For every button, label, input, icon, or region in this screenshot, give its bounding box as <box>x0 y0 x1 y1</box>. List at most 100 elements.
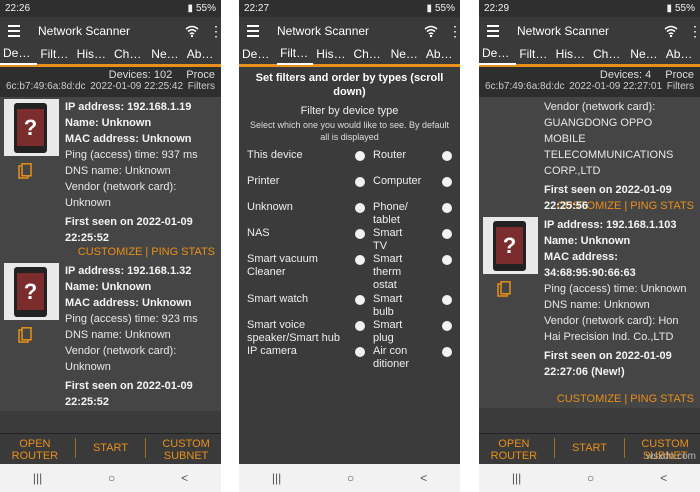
tab-devices[interactable]: Devic.. <box>239 47 277 64</box>
device-name: Name: Unknown <box>65 117 152 129</box>
radio-button[interactable] <box>442 295 452 305</box>
router-mac: 6c:b7:49:6a:8d:dc <box>485 81 565 92</box>
tab-charts[interactable]: Char.. <box>111 47 148 64</box>
tab-charts[interactable]: Char.. <box>590 47 627 64</box>
filter-option-smart-watch[interactable]: Smart watch <box>247 293 365 319</box>
ping-time: Ping (access) time: Unknown <box>544 283 687 295</box>
back-icon[interactable]: < <box>181 471 188 485</box>
radio-button[interactable] <box>442 203 452 213</box>
radio-button[interactable] <box>355 203 365 213</box>
filter-panel: Set filters and order by types (scroll d… <box>239 67 460 375</box>
filter-option-unknown[interactable]: Unknown <box>247 201 365 227</box>
radio-button[interactable] <box>355 321 365 331</box>
radio-button[interactable] <box>355 177 365 187</box>
filters-label[interactable]: Filters <box>188 81 215 92</box>
filter-option-smart-vacuum[interactable]: Smart vacuum Cleaner <box>247 253 365 293</box>
radio-button[interactable] <box>442 321 452 331</box>
filter-option-printer[interactable]: Printer <box>247 175 365 201</box>
filter-option-this-device[interactable]: This device <box>247 149 365 175</box>
radio-button[interactable] <box>442 347 452 357</box>
overflow-menu-icon[interactable]: ⋮ <box>688 24 700 38</box>
overflow-menu-icon[interactable]: ⋮ <box>209 24 221 38</box>
filters-label[interactable]: Filters <box>667 81 694 92</box>
tab-about[interactable]: About <box>423 47 460 64</box>
copy-icon[interactable] <box>497 281 511 297</box>
tab-about[interactable]: About <box>184 47 221 64</box>
open-router-button[interactable]: OPEN ROUTER <box>484 438 544 462</box>
app-title: Network Scanner <box>517 24 610 38</box>
radio-button[interactable] <box>355 295 365 305</box>
system-nav-bar: ||| ○ < <box>0 464 221 492</box>
radio-button[interactable] <box>442 229 452 239</box>
radio-button[interactable] <box>355 229 365 239</box>
device-actions: CUSTOMIZE | PING STATS <box>0 244 221 261</box>
filter-option-smart-speaker[interactable]: Smart voice speaker/Smart hub <box>247 319 365 345</box>
start-button[interactable]: START <box>85 438 135 454</box>
filter-option-nas[interactable]: NAS <box>247 227 365 253</box>
device-card-partial[interactable]: Vendor (network card): GUANGDONG OPPO MO… <box>479 97 700 212</box>
device-card[interactable]: ? IP address: 192.168.1.32 Name: Unknown… <box>0 261 221 411</box>
back-icon[interactable]: < <box>420 471 427 485</box>
radio-button[interactable] <box>442 255 452 265</box>
filter-option-ip-camera[interactable]: IP camera <box>247 345 365 371</box>
overflow-menu-icon[interactable]: ⋮ <box>448 24 460 38</box>
filter-option-smart-bulb[interactable]: Smart bulb <box>373 293 452 319</box>
radio-button[interactable] <box>355 151 365 161</box>
mac-address: MAC address: Unknown <box>65 133 192 145</box>
tab-bar: Devic.. Filters Histo.. Char.. Netw.. Ab… <box>239 45 460 67</box>
filter-option-computer[interactable]: Computer <box>373 175 452 201</box>
filter-option-router[interactable]: Router <box>373 149 452 175</box>
device-type-options: This device Router Printer Computer Unkn… <box>247 149 452 371</box>
tab-bar: Device Filters Histo.. Char.. Netw.. Abo… <box>479 45 700 67</box>
filter-option-smart-tv[interactable]: Smart TV <box>373 227 452 253</box>
tab-network[interactable]: Netw.. <box>627 47 662 64</box>
tab-network[interactable]: Netw.. <box>388 47 423 64</box>
filter-option-smart-thermostat[interactable]: Smart thermostat <box>373 253 452 293</box>
tab-network[interactable]: Netw.. <box>148 47 183 64</box>
ping-stats-button[interactable]: PING STATS <box>151 246 215 258</box>
dns-name: DNS name: Unknown <box>65 165 171 177</box>
menu-icon[interactable] <box>8 25 20 37</box>
home-icon[interactable]: ○ <box>108 471 115 485</box>
back-icon[interactable]: < <box>660 471 667 485</box>
recents-icon[interactable]: ||| <box>33 471 42 485</box>
radio-button[interactable] <box>355 347 365 357</box>
filter-option-smart-plug[interactable]: Smart plug <box>373 319 452 345</box>
tab-filters[interactable]: Filters <box>37 47 73 64</box>
customize-button[interactable]: CUSTOMIZE <box>557 393 622 405</box>
menu-icon[interactable] <box>487 25 499 37</box>
wifi-icon[interactable] <box>185 24 199 38</box>
copy-icon[interactable] <box>18 327 32 343</box>
open-router-button[interactable]: OPEN ROUTER <box>5 438 65 462</box>
start-button[interactable]: START <box>564 438 614 454</box>
filter-option-phone-tablet[interactable]: Phone/tablet <box>373 201 452 227</box>
recents-icon[interactable]: ||| <box>512 471 521 485</box>
radio-button[interactable] <box>442 177 452 187</box>
home-icon[interactable]: ○ <box>587 471 594 485</box>
menu-icon[interactable] <box>247 25 259 37</box>
copy-icon[interactable] <box>18 163 32 179</box>
tab-history[interactable]: Histo.. <box>313 47 350 64</box>
app-bar: Network Scanner ⋮ <box>0 17 221 45</box>
tab-charts[interactable]: Char.. <box>350 47 387 64</box>
tab-filters[interactable]: Filters <box>516 47 552 64</box>
recents-icon[interactable]: ||| <box>272 471 281 485</box>
tab-history[interactable]: Histo.. <box>74 47 111 64</box>
custom-subnet-button[interactable]: CUSTOM SUBNET <box>156 438 216 462</box>
device-card[interactable]: ? IP address: 192.168.1.103 Name: Unknow… <box>479 215 700 391</box>
radio-button[interactable] <box>442 151 452 161</box>
home-icon[interactable]: ○ <box>347 471 354 485</box>
filter-option-air-conditioner[interactable]: Air conditioner <box>373 345 452 371</box>
tab-filters[interactable]: Filters <box>277 46 314 65</box>
tab-about[interactable]: About <box>663 47 700 64</box>
customize-button[interactable]: CUSTOMIZE <box>78 246 143 258</box>
device-card[interactable]: ? IP address: 192.168.1.19 Name: Unknown… <box>0 97 221 244</box>
ping-stats-button[interactable]: PING STATS <box>630 393 694 405</box>
tab-devices[interactable]: Device <box>0 46 38 65</box>
radio-button[interactable] <box>355 255 365 265</box>
wifi-icon[interactable] <box>424 24 438 38</box>
tab-history[interactable]: Histo.. <box>553 47 590 64</box>
device-count: Devices: 102 <box>108 69 173 81</box>
tab-devices[interactable]: Device <box>479 46 517 65</box>
wifi-icon[interactable] <box>664 24 678 38</box>
